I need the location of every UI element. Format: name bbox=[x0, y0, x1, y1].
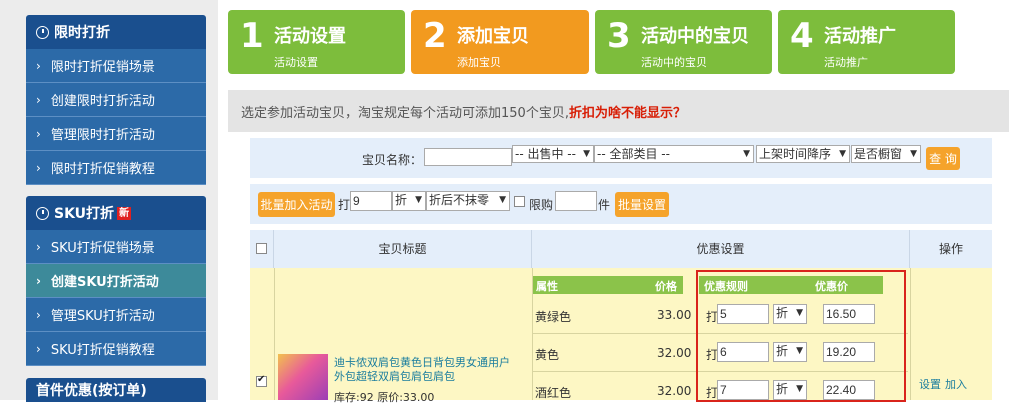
sidebar-section-header[interactable]: SKU打折 新 bbox=[26, 196, 206, 230]
limit-checkbox[interactable] bbox=[514, 196, 525, 207]
dropdown-arrow-icon: ▼ bbox=[415, 195, 422, 205]
unit-select-value: 折 bbox=[395, 193, 408, 207]
sidebar-item-sku-scene[interactable]: SKU打折促销场景 bbox=[26, 230, 206, 264]
step-subtitle: 活动设置 bbox=[274, 56, 318, 69]
set-link[interactable]: 设置 bbox=[919, 376, 941, 392]
clock-icon bbox=[36, 25, 49, 39]
dropdown-arrow-icon: ▼ bbox=[583, 149, 590, 159]
clock-icon bbox=[36, 206, 49, 220]
sidebar-item-limited-manage[interactable]: 管理限时打折活动 bbox=[26, 117, 206, 151]
sidebar: 限时打折 限时打折促销场景 创建限时打折活动 管理限时打折活动 限时打折促销教程… bbox=[0, 0, 218, 402]
sidebar-section-first-item: 首件优惠(按订单) bbox=[26, 378, 206, 402]
product-meta: 库存:92 原价:33.00 bbox=[334, 391, 435, 404]
dropdown-arrow-icon: ▼ bbox=[743, 149, 750, 159]
sort-select-value: 上架时间降序 bbox=[759, 147, 832, 161]
sku-price: 33.00 bbox=[657, 308, 692, 322]
step-title: 活动推广 bbox=[824, 26, 896, 47]
search-bar: 宝贝名称： -- 出售中 -- ▼ -- 全部类目 -- ▼ 上架时间降序 ▼ 是否橱… bbox=[250, 138, 992, 178]
limit-unit-label: 件 bbox=[598, 198, 611, 212]
status-select[interactable]: -- 出售中 -- ▼ bbox=[512, 145, 594, 163]
dropdown-arrow-icon: ▼ bbox=[910, 149, 917, 159]
step-subtitle: 活动中的宝贝 bbox=[641, 56, 707, 69]
step-number: 2 bbox=[423, 16, 447, 56]
select-all-checkbox[interactable] bbox=[256, 243, 267, 254]
sidebar-item-limited-scene[interactable]: 限时打折促销场景 bbox=[26, 49, 206, 83]
batch-add-button[interactable]: 批量加入活动 bbox=[258, 192, 335, 217]
status-select-value: -- 出售中 -- bbox=[515, 147, 576, 161]
sidebar-item-limited-tutorial[interactable]: 限时打折促销教程 bbox=[26, 151, 206, 185]
limit-label: 限购 bbox=[529, 198, 554, 212]
notice-bar: 选定参加活动宝贝，淘宝规定每个活动可添加150个宝贝, 折扣为啥不能显示？ bbox=[228, 90, 1009, 132]
sku-price: 32.00 bbox=[657, 384, 692, 398]
window-select-value: 是否橱窗 bbox=[854, 147, 903, 161]
window-select[interactable]: 是否橱窗 ▼ bbox=[851, 145, 921, 163]
subheader-attr: 属性 bbox=[536, 280, 558, 293]
step-3[interactable]: 3 活动中的宝贝 活动中的宝贝 bbox=[595, 10, 772, 74]
notice-text: 选定参加活动宝贝，淘宝规定每个活动可添加150个宝贝, bbox=[241, 105, 569, 121]
sidebar-section-sku-discount: SKU打折 新 SKU打折促销场景 创建SKU打折活动 管理SKU打折活动 SK… bbox=[26, 196, 206, 366]
dropdown-arrow-icon: ▼ bbox=[499, 195, 506, 205]
product-name-input[interactable] bbox=[424, 148, 512, 166]
sku-price: 32.00 bbox=[657, 346, 692, 360]
product-title-link[interactable]: 迪卡侬双肩包黄色日背包男女通用户外包超轻双肩包肩包肩包 bbox=[334, 356, 512, 384]
product-thumbnail[interactable] bbox=[278, 354, 328, 400]
step-subtitle: 添加宝贝 bbox=[457, 56, 501, 69]
sidebar-item-sku-manage[interactable]: 管理SKU打折活动 bbox=[26, 298, 206, 332]
sidebar-section-title: SKU打折 bbox=[54, 206, 115, 222]
step-title: 添加宝贝 bbox=[457, 26, 529, 47]
category-select[interactable]: -- 全部类目 -- ▼ bbox=[594, 145, 754, 163]
discount-highlight-box bbox=[696, 270, 906, 402]
sidebar-section-title: 首件优惠(按订单) bbox=[36, 383, 147, 399]
step-number: 3 bbox=[607, 16, 631, 56]
row-checkbox[interactable] bbox=[256, 374, 267, 387]
sidebar-section-limited-discount: 限时打折 限时打折促销场景 创建限时打折活动 管理限时打折活动 限时打折促销教程 bbox=[26, 15, 206, 185]
sidebar-section-title: 限时打折 bbox=[54, 25, 110, 41]
header-title: 宝贝标题 bbox=[274, 230, 532, 268]
rounding-select[interactable]: 折后不抹零 ▼ bbox=[426, 191, 510, 211]
sku-attr: 黄色 bbox=[535, 348, 560, 362]
sidebar-section-header[interactable]: 限时打折 bbox=[26, 15, 206, 49]
step-1[interactable]: 1 活动设置 活动设置 bbox=[228, 10, 405, 74]
step-number: 1 bbox=[240, 16, 264, 56]
sku-attr: 酒红色 bbox=[535, 386, 572, 400]
step-4[interactable]: 4 活动推广 活动推广 bbox=[778, 10, 955, 74]
category-select-value: -- 全部类目 -- bbox=[597, 147, 670, 161]
subheader-price: 价格 bbox=[655, 280, 677, 293]
header-discount: 优惠设置 bbox=[532, 230, 910, 268]
batch-discount-input[interactable] bbox=[350, 191, 392, 211]
sidebar-item-limited-create[interactable]: 创建限时打折活动 bbox=[26, 83, 206, 117]
discount-prefix-label: 打 bbox=[338, 198, 351, 212]
batch-bar: 批量加入活动 打 折▼ 折后不抹零▼ 限购 件 批量设置 bbox=[250, 184, 992, 224]
sidebar-section-header[interactable]: 首件优惠(按订单) bbox=[26, 378, 206, 402]
batch-unit-select[interactable]: 折 ▼ bbox=[392, 191, 426, 211]
sidebar-item-sku-tutorial[interactable]: SKU打折促销教程 bbox=[26, 332, 206, 366]
dropdown-arrow-icon: ▼ bbox=[839, 149, 846, 159]
header-ops: 操作 bbox=[938, 242, 963, 256]
product-name-label: 宝贝名称： bbox=[362, 153, 423, 167]
step-title: 活动设置 bbox=[274, 26, 346, 47]
column-divider bbox=[910, 268, 911, 400]
add-link[interactable]: 加入 bbox=[945, 376, 967, 392]
column-divider bbox=[274, 268, 275, 400]
step-number: 4 bbox=[790, 16, 814, 56]
table-header: 宝贝标题 优惠设置 操作 bbox=[250, 230, 992, 268]
query-button[interactable]: 查 询 bbox=[926, 147, 960, 170]
step-subtitle: 活动推广 bbox=[824, 56, 868, 69]
step-title: 活动中的宝贝 bbox=[641, 26, 749, 47]
notice-help-link[interactable]: 折扣为啥不能显示？ bbox=[569, 102, 686, 121]
sku-subheader-left: 属性 价格 bbox=[533, 276, 683, 294]
new-badge: 新 bbox=[117, 206, 132, 220]
batch-set-button[interactable]: 批量设置 bbox=[615, 192, 669, 217]
sku-attr: 黄绿色 bbox=[535, 310, 572, 324]
sidebar-item-sku-create[interactable]: 创建SKU打折活动 bbox=[26, 264, 206, 298]
rounding-select-value: 折后不抹零 bbox=[429, 193, 490, 207]
limit-input[interactable] bbox=[555, 191, 597, 211]
select-all-cell bbox=[250, 230, 274, 268]
step-2[interactable]: 2 添加宝贝 添加宝贝 bbox=[411, 10, 589, 74]
sort-select[interactable]: 上架时间降序 ▼ bbox=[756, 145, 850, 163]
